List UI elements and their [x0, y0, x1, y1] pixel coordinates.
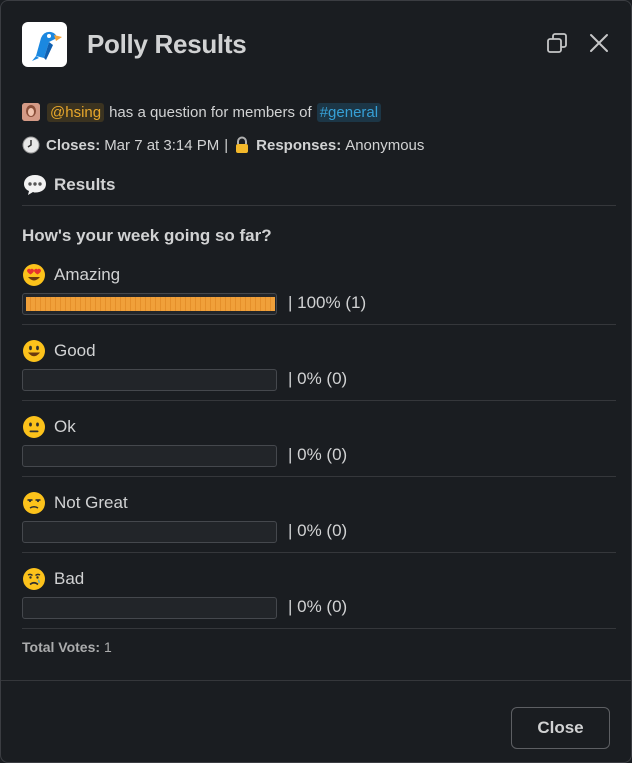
vote-percentage: | 0% (0) — [288, 369, 348, 388]
lock-icon — [236, 136, 249, 153]
closes-value: Mar 7 at 3:14 PM — [104, 136, 220, 154]
option-bad: Bad | 0% (0) — [22, 567, 616, 643]
results-heading: Results — [22, 173, 115, 197]
divider — [22, 628, 616, 629]
responses-value: Anonymous — [345, 136, 425, 154]
poll-meta-line: Closes: Mar 7 at 3:14 PM | Responses: An… — [22, 134, 424, 156]
option-label: Good — [54, 341, 96, 360]
option-ok: Ok | 0% (0) — [22, 415, 616, 491]
vote-bar — [22, 521, 277, 543]
close-button[interactable]: Close — [511, 707, 610, 749]
footer-divider — [1, 680, 631, 681]
meta-separator: | — [224, 136, 229, 154]
total-votes-value: 1 — [103, 639, 112, 655]
divider — [22, 552, 616, 553]
vote-percentage: | 0% (0) — [288, 445, 348, 464]
vote-bar — [22, 293, 277, 315]
poll-question: How's your week going so far? — [22, 226, 272, 245]
option-label: Not Great — [54, 493, 128, 512]
heart-eyes-emoji-icon — [23, 264, 45, 286]
poll-author-line: @hsing has a question for members of #ge… — [22, 101, 382, 123]
speech-bubble-icon — [24, 175, 46, 195]
avatar — [22, 103, 40, 121]
vote-bar — [22, 369, 277, 391]
option-amazing: Amazing | 100% (1) — [22, 263, 616, 339]
divider — [22, 400, 616, 401]
clock-icon — [22, 136, 40, 154]
vote-percentage: | 0% (0) — [288, 597, 348, 616]
vote-bar — [22, 445, 277, 467]
divider — [22, 205, 616, 206]
closes-label: Closes: — [46, 136, 101, 154]
popout-icon[interactable] — [545, 31, 569, 55]
crying-face-emoji-icon — [23, 568, 45, 590]
vote-bar — [22, 597, 277, 619]
polly-logo-icon — [22, 22, 67, 67]
divider — [22, 476, 616, 477]
option-good: Good | 0% (0) — [22, 339, 616, 415]
option-label: Amazing — [54, 265, 121, 284]
modal-title: Polly Results — [87, 29, 247, 59]
vote-percentage: | 0% (0) — [288, 521, 348, 540]
vote-percentage: | 100% (1) — [288, 293, 367, 312]
close-icon[interactable] — [587, 31, 611, 55]
neutral-face-emoji-icon — [23, 416, 45, 438]
question-intro-text: has a question for members of — [109, 103, 312, 121]
total-votes: Total Votes: 1 — [22, 639, 112, 655]
divider — [22, 324, 616, 325]
option-label: Ok — [54, 417, 76, 436]
smiley-emoji-icon — [23, 340, 45, 362]
vote-bar-fill — [26, 297, 275, 311]
user-mention[interactable]: @hsing — [47, 102, 105, 122]
channel-link[interactable]: #general — [316, 102, 382, 122]
modal-header: Polly Results — [1, 1, 631, 89]
results-heading-label: Results — [54, 175, 116, 194]
option-label: Bad — [54, 569, 85, 588]
total-votes-label: Total Votes: — [22, 639, 101, 655]
polly-results-modal: Polly Results @hsing has a question for … — [0, 0, 632, 763]
option-not-great: Not Great | 0% (0) — [22, 491, 616, 567]
responses-label: Responses: — [256, 136, 342, 154]
unamused-emoji-icon — [23, 492, 45, 514]
